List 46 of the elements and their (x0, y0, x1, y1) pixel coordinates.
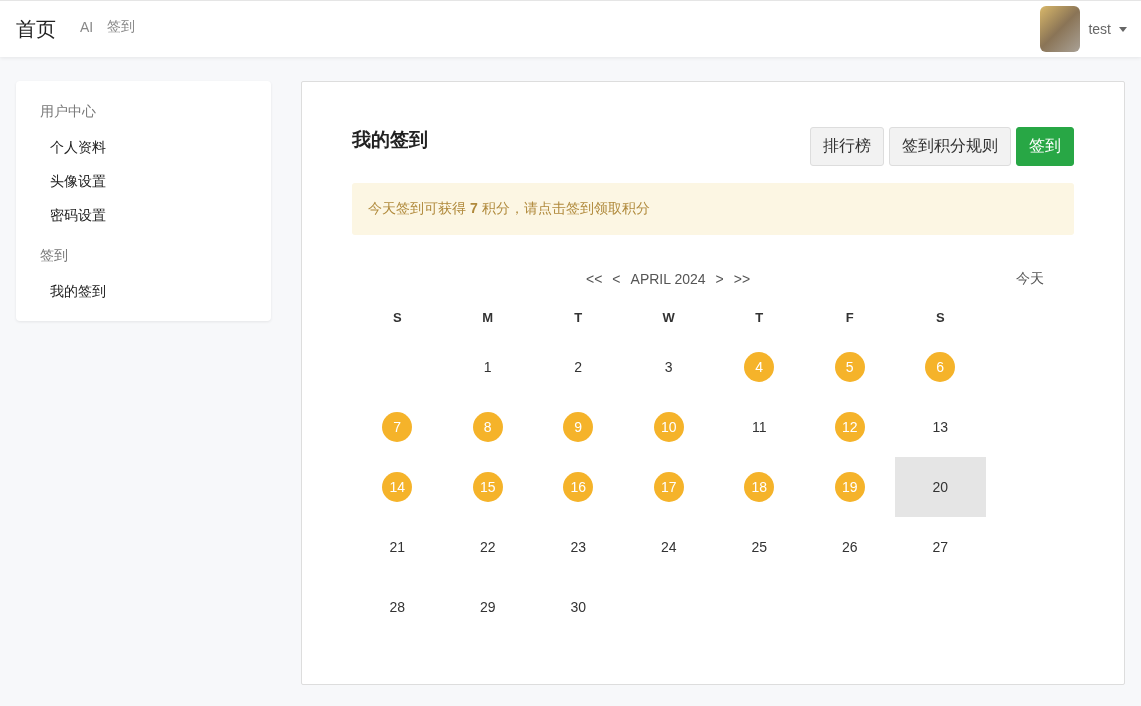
weekday-label: S (934, 308, 946, 327)
day-number[interactable]: 13 (925, 412, 956, 442)
day-number[interactable]: 24 (653, 532, 684, 562)
today-button[interactable]: 今天 (1016, 270, 1044, 288)
weekday-label: S (391, 308, 403, 327)
day-number[interactable]: 3 (653, 352, 684, 382)
sidebar-item[interactable]: 我的签到 (16, 275, 140, 309)
home-link[interactable]: 首页 (16, 15, 56, 43)
day-number[interactable]: 2 (563, 352, 594, 382)
calendar-nav-link[interactable]: < (612, 271, 621, 287)
day-number[interactable]: 25 (744, 532, 775, 562)
day-number[interactable]: 11 (744, 412, 775, 442)
sidebar-heading: 签到 (39, 246, 69, 265)
today-cell[interactable]: 20 (895, 457, 986, 517)
day-number[interactable]: 27 (925, 532, 956, 562)
month-label: APRIL 2024 (630, 271, 706, 287)
weekday-label: T (573, 308, 584, 327)
sidebar-item[interactable]: 密码设置 (16, 199, 140, 233)
day-number[interactable]: 23 (563, 532, 594, 562)
day-number[interactable]: 28 (382, 592, 413, 622)
nav-link[interactable]: 签到 (107, 18, 136, 36)
sidebar-item[interactable]: 头像设置 (16, 165, 140, 199)
weekday-label: T (754, 308, 765, 327)
calendar-nav-link[interactable]: > (715, 271, 724, 287)
action-button[interactable]: 签到积分规则 (889, 127, 1011, 166)
action-button[interactable]: 排行榜 (810, 127, 884, 166)
day-number[interactable]: 20 (925, 472, 956, 502)
sidebar-item[interactable]: 个人资料 (16, 131, 140, 165)
avatar-placeholder (1040, 6, 1081, 52)
calendar-nav-link[interactable]: >> (733, 271, 751, 287)
weekday-label: W (661, 308, 676, 327)
day-number[interactable]: 30 (563, 592, 594, 622)
notice-banner: 今天签到可获得 7 积分，请点击签到领取积分 (352, 183, 1074, 235)
calendar-nav-link[interactable]: << (586, 271, 603, 287)
weekday-label: F (844, 308, 855, 327)
day-number[interactable]: 22 (472, 532, 503, 562)
page-title: 我的签到 (352, 128, 428, 152)
nav-link[interactable]: AI (80, 19, 94, 35)
day-number[interactable]: 1 (472, 352, 503, 382)
caret-icon (1119, 26, 1127, 32)
day-number[interactable]: 29 (472, 592, 503, 622)
day-number[interactable]: 26 (834, 532, 865, 562)
day-number[interactable]: 21 (382, 532, 413, 562)
user-menu[interactable]: test (1040, 6, 1127, 52)
weekday-label: M (481, 308, 495, 327)
sidebar-heading: 用户中心 (39, 102, 97, 121)
